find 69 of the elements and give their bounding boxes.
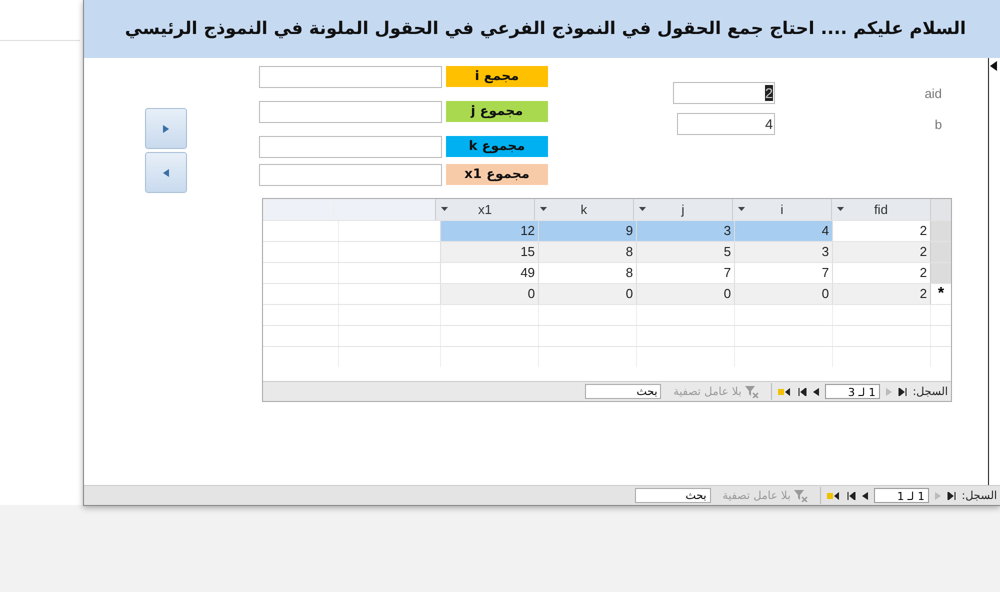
next-icon[interactable]: [862, 492, 868, 500]
last-record-icon[interactable]: [798, 388, 807, 396]
table-cell: 15: [440, 242, 538, 262]
table-cell: 0: [636, 284, 734, 304]
search-field[interactable]: بحث: [585, 384, 662, 399]
last-record-icon[interactable]: [846, 492, 856, 500]
table-cell: 8: [538, 263, 636, 283]
sum-field[interactable]: [258, 164, 442, 186]
field-label: b: [934, 116, 942, 132]
field-value: 2: [765, 85, 773, 101]
table-cell: 2: [832, 263, 930, 283]
sum-label: مجموع j: [446, 101, 548, 122]
right-triangle-icon: [162, 124, 170, 134]
record-pointer-icon: [990, 61, 997, 71]
table-cell: 9: [538, 221, 636, 241]
column-header[interactable]: k: [534, 199, 633, 220]
sum-label: مجموع k: [446, 136, 548, 157]
table-cell: 5: [636, 242, 734, 262]
text-field[interactable]: 4: [676, 113, 775, 135]
sum-field[interactable]: [258, 101, 442, 123]
table-cell: 49: [440, 263, 538, 283]
column-header[interactable]: i: [732, 199, 831, 220]
table-cell: 0: [538, 284, 636, 304]
field-label: aid: [924, 86, 942, 100]
table-cell: 2: [832, 284, 930, 304]
new-record-icon[interactable]: [826, 492, 841, 500]
record-selector[interactable]: [930, 242, 951, 262]
window-title: السلام عليكم .... احتاج جمع الحقول في النموذج الفرعي في الحقول الملونة في النموذج الرئيسي: [124, 19, 966, 39]
next-record-button[interactable]: [144, 108, 187, 149]
filter-cleared-icon: [794, 490, 808, 502]
table-cell: 4: [734, 221, 832, 241]
column-header[interactable]: j: [632, 199, 732, 220]
sum-field[interactable]: [258, 66, 442, 88]
record-label: السجل:: [962, 489, 997, 502]
table-cell: 12: [440, 221, 538, 241]
table-cell: 2: [832, 242, 930, 262]
sum-field[interactable]: [258, 136, 442, 158]
table-cell: 3: [734, 242, 832, 262]
new-record-marker: *: [938, 286, 944, 302]
table-cell: 0: [734, 284, 832, 304]
text-field[interactable]: 2: [672, 82, 775, 104]
search-field[interactable]: بحث: [634, 488, 710, 503]
dropdown-arrow-icon: [440, 207, 448, 211]
table-cell: 0: [440, 284, 538, 304]
record-selector[interactable]: [930, 221, 951, 241]
table-cell: 3: [636, 221, 734, 241]
table-cell: 8: [538, 242, 636, 262]
sum-label: مجموع x1: [446, 164, 548, 185]
field-value: 4: [765, 116, 773, 132]
previous-record-button[interactable]: [144, 152, 187, 193]
record-number-field[interactable]: 1 لـ 1: [874, 488, 929, 503]
left-triangle-icon: [162, 168, 170, 178]
table-cell: 7: [636, 263, 734, 283]
first-record-icon[interactable]: [898, 388, 907, 396]
filter-cleared-icon: [744, 386, 759, 398]
first-record-icon[interactable]: [946, 492, 956, 500]
dropdown-arrow-icon: [738, 207, 745, 211]
sum-label: مجمع i: [446, 66, 548, 87]
record-number-field[interactable]: 1 لـ 3: [824, 384, 880, 399]
dropdown-arrow-icon: [638, 207, 646, 211]
record-selector[interactable]: [930, 263, 951, 283]
dropdown-arrow-icon: [836, 207, 844, 211]
dropdown-arrow-icon: [540, 207, 547, 211]
column-header[interactable]: fid: [830, 199, 930, 220]
next-icon[interactable]: [812, 388, 819, 396]
new-record-icon[interactable]: [778, 388, 792, 396]
select-all-corner[interactable]: [930, 199, 951, 220]
record-label: السجل:: [912, 385, 948, 398]
table-cell: 7: [734, 263, 832, 283]
